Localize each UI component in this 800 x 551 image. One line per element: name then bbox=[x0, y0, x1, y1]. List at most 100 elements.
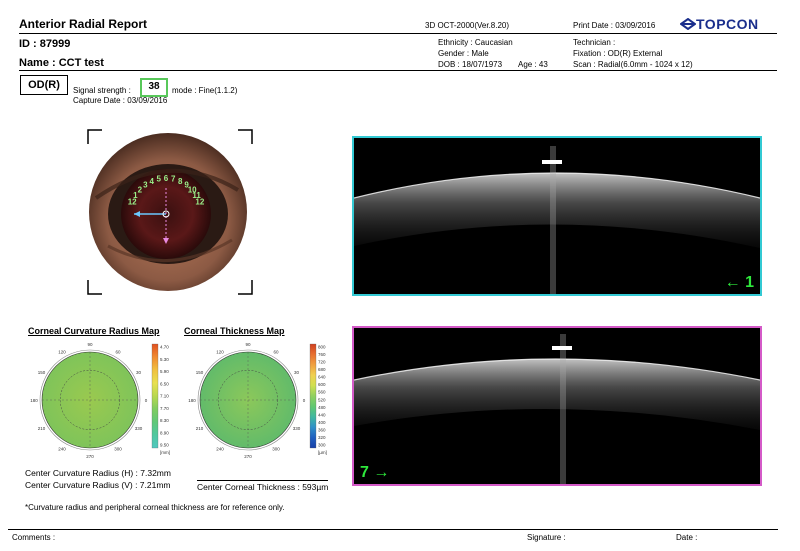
oct-scan-7-image bbox=[354, 334, 760, 484]
apex-reflection bbox=[542, 160, 562, 164]
curv-scale-unit: [mm] bbox=[160, 450, 170, 455]
thick-scale-label: 480 bbox=[318, 405, 326, 410]
thick-angle-label-180: 180 bbox=[188, 398, 196, 403]
patient-id: ID : 87999 bbox=[19, 38, 71, 50]
thick-angle-label-210: 210 bbox=[196, 426, 204, 431]
frame-corner-tr bbox=[238, 129, 253, 144]
scan-mode: mode : Fine(1.1.2) bbox=[172, 86, 238, 95]
thick-scale-label: 560 bbox=[318, 390, 326, 395]
thick-scale-label: 680 bbox=[318, 367, 326, 372]
curv-scale-label: 4.70 bbox=[160, 345, 169, 350]
thick-angle-label-30: 30 bbox=[294, 370, 300, 375]
curv-angle-label-300: 300 bbox=[114, 446, 122, 451]
fixation: Fixation : OD(R) External bbox=[573, 49, 663, 58]
thick-angle-label-270: 270 bbox=[244, 454, 252, 459]
curv-color-scale bbox=[151, 343, 159, 449]
clock-number-2: 2 bbox=[138, 185, 143, 194]
thick-scale-label: 800 bbox=[318, 345, 326, 350]
thick-angle-label-300: 300 bbox=[272, 446, 280, 451]
curv-angle-label-30: 30 bbox=[136, 370, 142, 375]
center-curvature-v: Center Curvature Radius (V) : 7.21mm bbox=[25, 480, 171, 490]
patient-divider bbox=[19, 70, 777, 71]
arrow-left-icon: ← bbox=[724, 274, 741, 291]
curv-angle-label-120: 120 bbox=[58, 350, 66, 355]
apex-reflection bbox=[552, 346, 572, 350]
print-date: Print Date : 03/09/2016 bbox=[573, 21, 656, 30]
thick-scale-label: 320 bbox=[318, 435, 326, 440]
footnote: *Curvature radius and peripheral corneal… bbox=[25, 503, 285, 512]
curv-scale-label: 6.50 bbox=[160, 381, 169, 386]
thick-scale-label: 400 bbox=[318, 420, 326, 425]
central-reflex bbox=[550, 146, 556, 294]
thick-scale-label: 360 bbox=[318, 427, 326, 432]
technician: Technician : bbox=[573, 38, 616, 47]
curv-scale-label: 5.30 bbox=[160, 357, 169, 362]
clock-number-7: 7 bbox=[171, 175, 176, 184]
signal-strength-value: 38 bbox=[140, 78, 168, 97]
oct-scan-1-label: ← 1 bbox=[724, 274, 754, 291]
curv-scale-label: 9.50 bbox=[160, 443, 169, 448]
curv-scale-label: 8.30 bbox=[160, 418, 169, 423]
thick-angle-label-0: 0 bbox=[303, 398, 306, 403]
clock-number-6: 6 bbox=[164, 174, 169, 183]
header-divider bbox=[19, 33, 777, 34]
curvature-map-title: Corneal Curvature Radius Map bbox=[28, 326, 160, 336]
thick-angle-label-60: 60 bbox=[273, 350, 279, 355]
thick-angle-label-330: 330 bbox=[293, 426, 301, 431]
curv-angle-label-270: 270 bbox=[86, 454, 94, 459]
curv-scale-label: 7.10 bbox=[160, 394, 169, 399]
age: Age : 43 bbox=[518, 60, 548, 69]
thickness-map[interactable]: 90 120 60 150 30 180 0 210 330 240 300 270 800 760 720… bbox=[182, 340, 342, 460]
central-reflex bbox=[560, 334, 566, 484]
curvature-map[interactable]: 90 120 60 150 30 180 0 210 330 240 300 270 4.70 5.30 5… bbox=[24, 340, 184, 460]
curv-angle-label-150: 150 bbox=[38, 370, 46, 375]
thick-scale-label: 300 bbox=[318, 443, 326, 448]
ethnicity: Ethnicity : Caucasian bbox=[438, 38, 513, 47]
gender: Gender : Male bbox=[438, 49, 489, 58]
clock-number-12: 12 bbox=[195, 198, 204, 207]
frame-corner-tl bbox=[87, 129, 102, 144]
eye-side-badge: OD(R) bbox=[20, 75, 68, 95]
curv-scale-label: 8.90 bbox=[160, 430, 169, 435]
thick-angle-label-120: 120 bbox=[216, 350, 224, 355]
dob: DOB : 18/07/1973 bbox=[438, 60, 503, 69]
curv-angle-label-0: 0 bbox=[145, 398, 148, 403]
oct-scan-1[interactable]: ← 1 bbox=[352, 136, 762, 296]
comments-label: Comments : bbox=[12, 533, 56, 542]
curv-angle-label-90: 90 bbox=[87, 342, 93, 347]
cornea-band bbox=[354, 173, 760, 248]
thickness-map-title: Corneal Thickness Map bbox=[184, 326, 285, 336]
thick-angle-label-150: 150 bbox=[196, 370, 204, 375]
arrow-right-icon: → bbox=[373, 464, 390, 481]
thick-scale-label: 720 bbox=[318, 360, 326, 365]
clock-number-4: 4 bbox=[150, 177, 155, 186]
frame-corner-br bbox=[238, 280, 253, 295]
thick-scale-label: 600 bbox=[318, 382, 326, 387]
curv-scale-label: 5.90 bbox=[160, 369, 169, 374]
center-corneal-thickness: Center Corneal Thickness : 593µm bbox=[197, 480, 329, 492]
curv-angle-label-240: 240 bbox=[58, 446, 66, 451]
thick-scale-unit: [µm] bbox=[318, 450, 327, 455]
footer-divider bbox=[8, 529, 778, 530]
signature-label: Signature : bbox=[527, 533, 566, 542]
device-version: 3D OCT-2000(Ver.8.20) bbox=[425, 21, 510, 30]
oct-scan-7[interactable]: 7 → bbox=[352, 326, 762, 486]
thick-angle-label-90: 90 bbox=[245, 342, 251, 347]
curv-scale-label: 7.70 bbox=[160, 406, 169, 411]
anterior-eye-photo: 12123 4 5 6 7 8 9101112 bbox=[87, 129, 253, 295]
signal-strength-label: Signal strength : bbox=[73, 86, 131, 95]
clock-number-8: 8 bbox=[178, 177, 183, 186]
patient-name: Name : CCT test bbox=[19, 57, 104, 69]
clock-number-5: 5 bbox=[156, 175, 161, 184]
frame-corner-bl bbox=[87, 280, 102, 295]
topcon-logo-icon bbox=[679, 17, 697, 31]
thick-scale-label: 520 bbox=[318, 397, 326, 402]
curv-angle-label-60: 60 bbox=[115, 350, 121, 355]
clock-number-3: 3 bbox=[143, 181, 148, 190]
topcon-logo: TOPCON bbox=[679, 16, 759, 32]
curv-angle-label-330: 330 bbox=[135, 426, 143, 431]
thick-scale-label: 440 bbox=[318, 412, 326, 417]
curv-angle-label-180: 180 bbox=[30, 398, 38, 403]
scan-pattern: Scan : Radial(6.0mm - 1024 x 12) bbox=[573, 60, 693, 69]
curv-angle-label-210: 210 bbox=[38, 426, 46, 431]
